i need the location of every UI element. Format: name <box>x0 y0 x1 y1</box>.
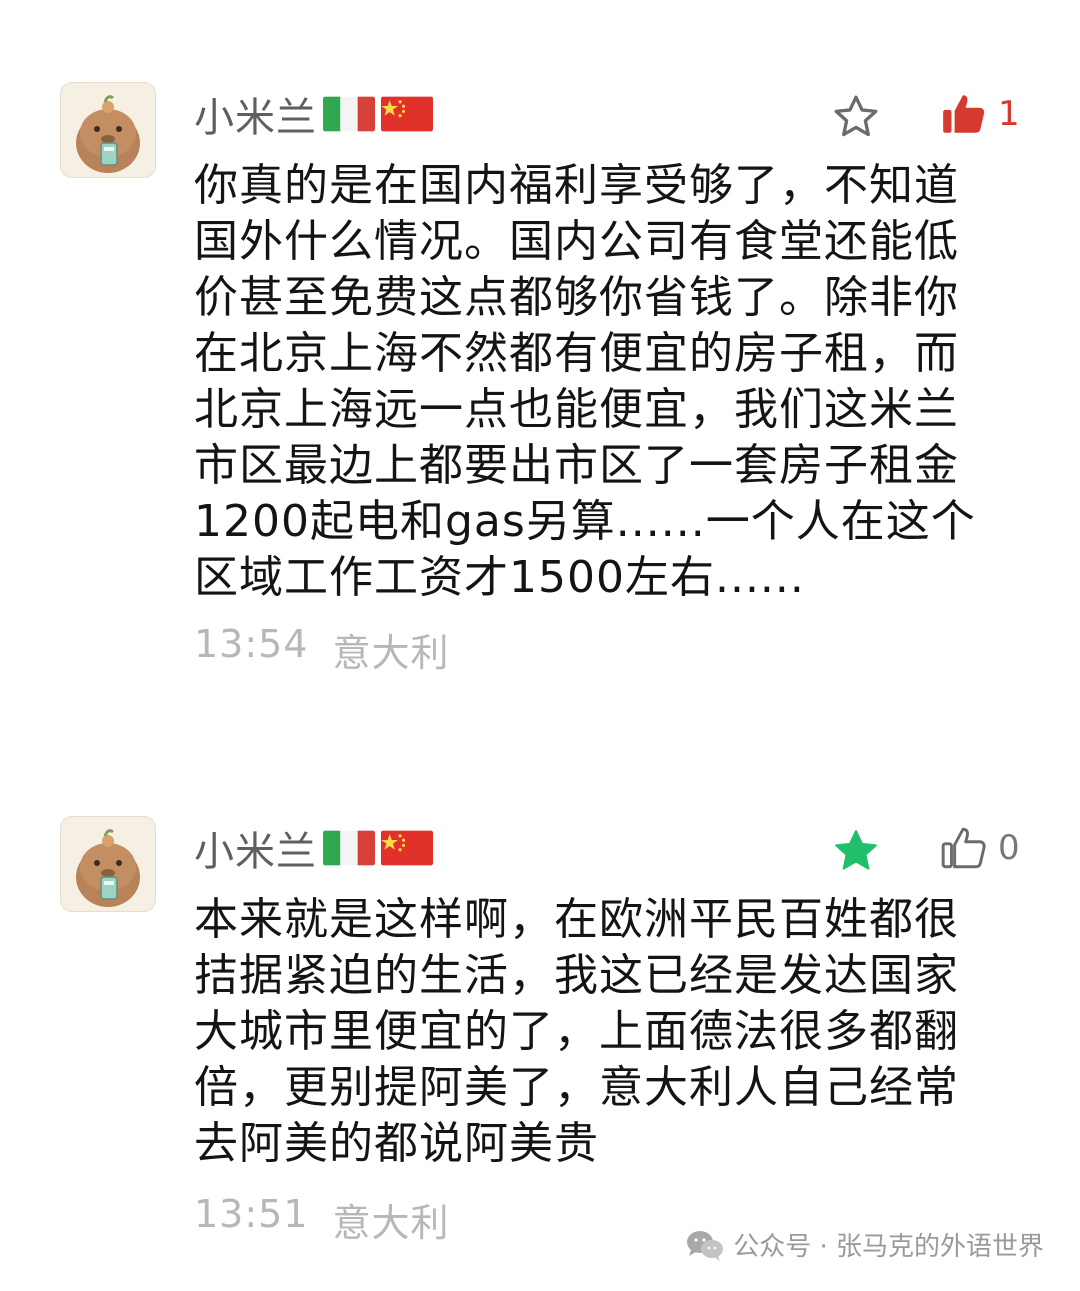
comment-text: 本来就是这样啊，在欧洲平民百姓都很 拮据紧迫的生活，我这已经是发达国家 大城市里… <box>194 894 959 1169</box>
comment-meta: 13:54 意大利 <box>194 622 450 677</box>
avatar[interactable] <box>60 816 156 912</box>
watermark: 公众号 · 张马克的外语世界 <box>685 1226 1044 1263</box>
capybara-avatar-icon <box>76 95 140 173</box>
comment-time: 13:54 <box>194 622 309 666</box>
comment-location: 意大利 <box>332 631 450 675</box>
comment-text: 你真的是在国内福利享受够了，不知道 国外什么情况。国内公司有食堂还能低 价甚至免… <box>194 160 976 603</box>
wechat-icon <box>687 1230 724 1261</box>
like-button[interactable]: 1 <box>938 84 1020 144</box>
avatar[interactable] <box>60 82 156 178</box>
comment-location: 意大利 <box>332 1201 450 1245</box>
like-button[interactable]: 0 <box>938 818 1020 878</box>
italy-flag-icon <box>323 96 375 132</box>
china-flag-icon <box>381 96 433 132</box>
comment-header: 小米兰 <box>194 86 433 142</box>
china-flag-icon <box>381 830 433 866</box>
like-count: 1 <box>998 94 1020 134</box>
comment-time: 13:51 <box>194 1192 309 1236</box>
nickname[interactable]: 小米兰 <box>194 85 317 143</box>
thumbs-up-outline-icon <box>941 827 986 869</box>
nickname[interactable]: 小米兰 <box>194 819 317 877</box>
comment-meta: 13:51 意大利 <box>194 1192 450 1247</box>
star-outline-icon[interactable] <box>830 92 882 142</box>
comment-header: 小米兰 <box>194 820 433 876</box>
star-filled-icon[interactable] <box>830 826 882 876</box>
italy-flag-icon <box>323 830 375 866</box>
watermark-text: 公众号 · 张马克的外语世界 <box>733 1232 1044 1262</box>
thumbs-up-filled-icon <box>943 95 985 133</box>
capybara-avatar-icon <box>76 829 140 907</box>
like-count: 0 <box>998 828 1020 868</box>
